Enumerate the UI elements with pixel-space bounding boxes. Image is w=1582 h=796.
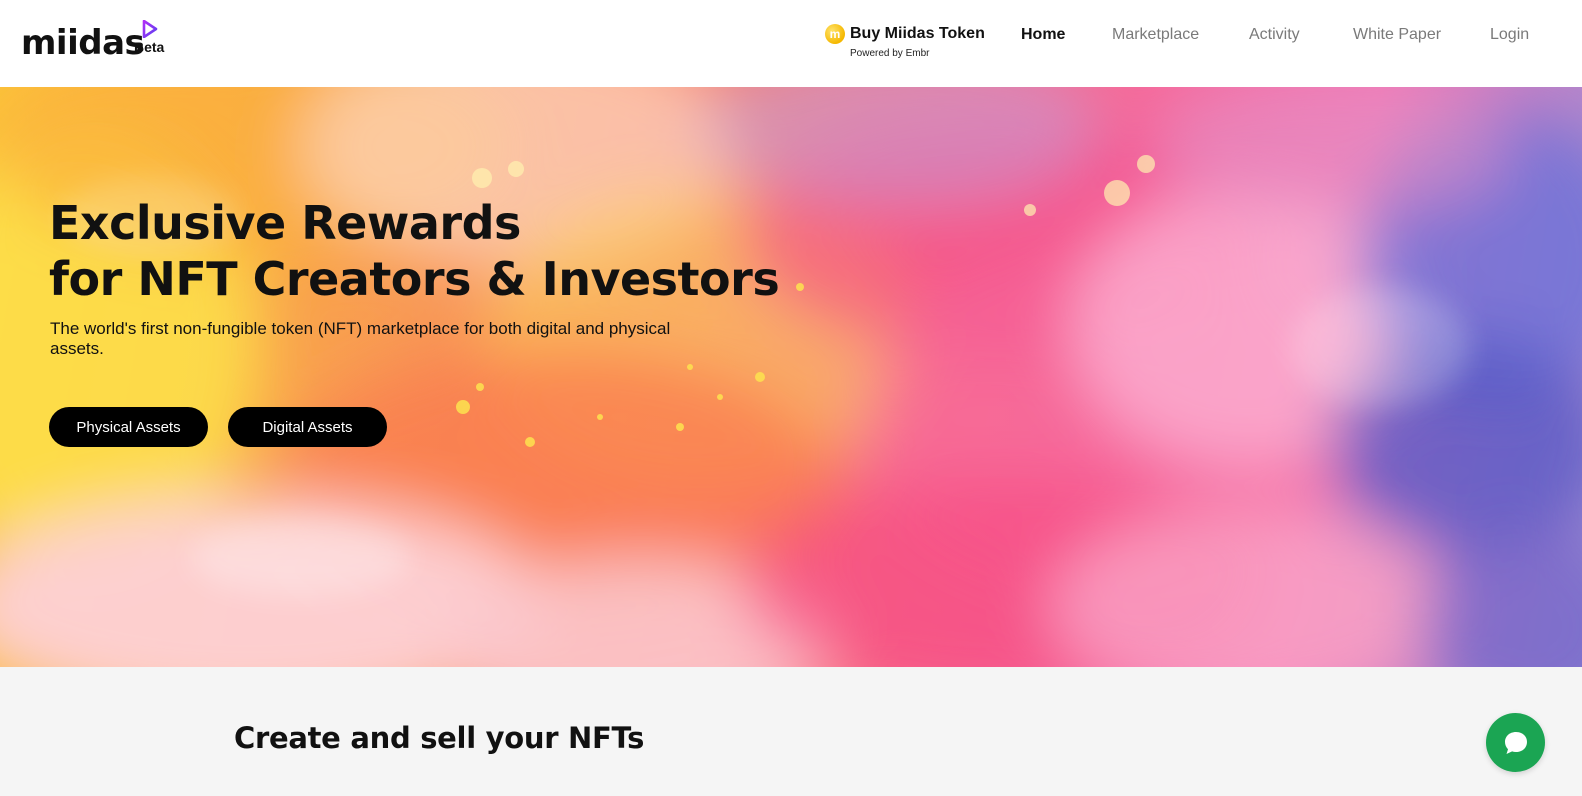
chat-button[interactable] <box>1486 713 1545 772</box>
coin-icon: m <box>825 24 845 44</box>
physical-assets-button[interactable]: Physical Assets <box>49 407 208 447</box>
hero-title: Exclusive Rewards for NFT Creators & Inv… <box>49 195 780 307</box>
buy-token-label: Buy Miidas Token <box>850 25 985 42</box>
hero-banner: Exclusive Rewards for NFT Creators & Inv… <box>0 87 1582 667</box>
create-sell-section: Create and sell your NFTs <box>0 667 1582 796</box>
nav-marketplace[interactable]: Marketplace <box>1112 24 1199 46</box>
nav-login[interactable]: Login <box>1490 24 1529 46</box>
beta-badge: Beta <box>134 39 165 55</box>
miidas-logo[interactable]: miidas Beta <box>21 18 181 62</box>
nav-home[interactable]: Home <box>1021 24 1065 46</box>
digital-assets-button[interactable]: Digital Assets <box>228 407 387 447</box>
section-title: Create and sell your NFTs <box>234 721 645 755</box>
buy-token-link[interactable]: m Buy Miidas Token Powered by Embr <box>825 22 995 64</box>
logo-play-icon <box>142 20 158 38</box>
powered-by-text: Powered by Embr <box>850 48 930 59</box>
nav-activity[interactable]: Activity <box>1249 24 1300 46</box>
hero-title-line1: Exclusive Rewards <box>49 196 521 250</box>
nav-white-paper[interactable]: White Paper <box>1353 24 1441 46</box>
hero-subtitle: The world's first non-fungible token (NF… <box>50 319 671 358</box>
logo-wordmark: miidas <box>21 23 145 63</box>
hero-title-line2: for NFT Creators & Investors <box>49 252 780 306</box>
site-header: miidas Beta m Buy Miidas Token Powered b… <box>0 0 1582 87</box>
watercolor-background <box>0 87 1582 667</box>
chat-bubble-icon <box>1505 732 1527 754</box>
